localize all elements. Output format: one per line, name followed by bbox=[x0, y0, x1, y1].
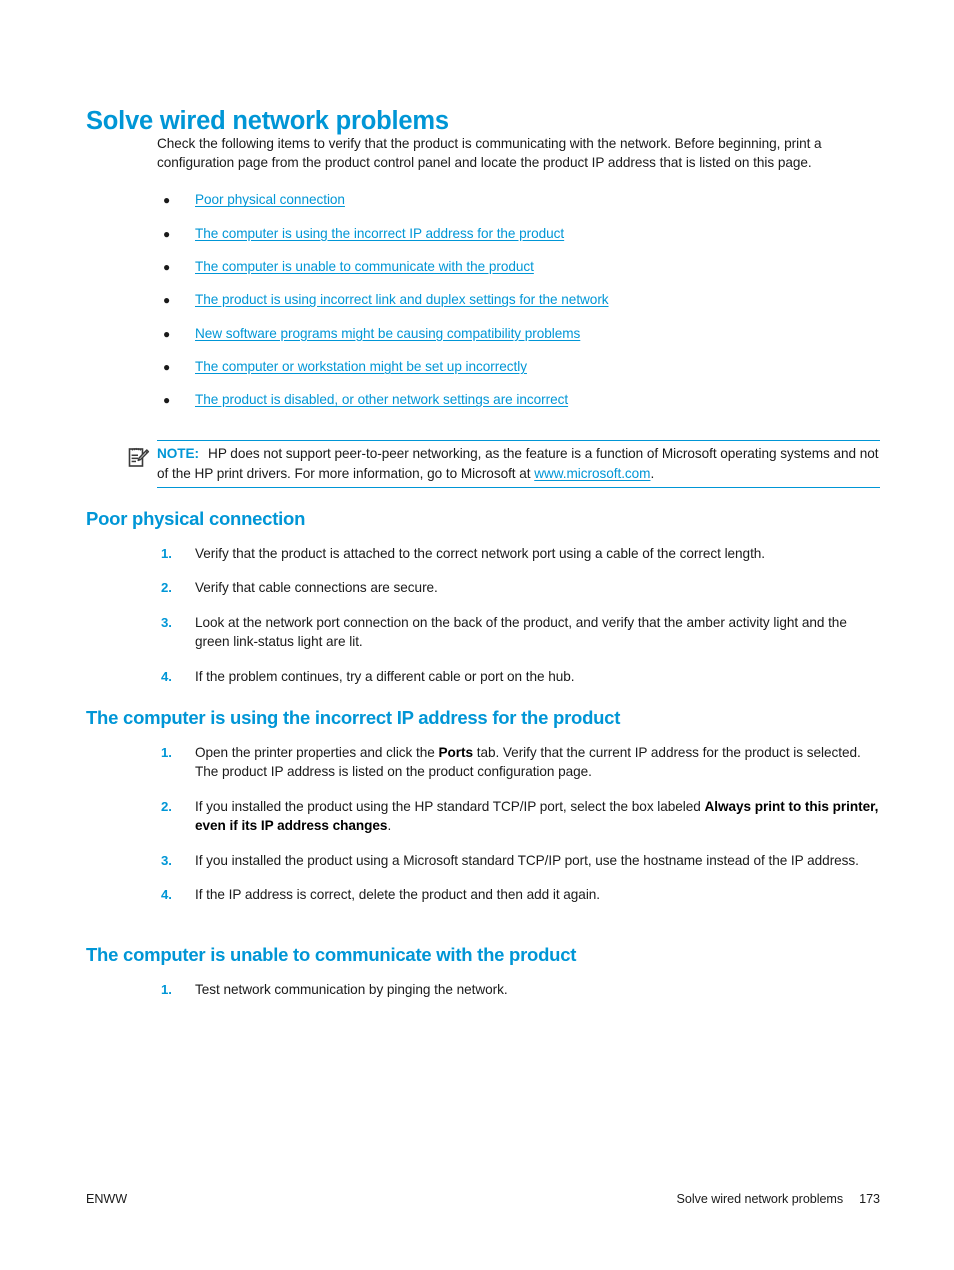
page-title: Solve wired network problems bbox=[86, 107, 449, 136]
bullet-icon: ● bbox=[163, 393, 171, 408]
step-item: 3. Look at the network port connection on… bbox=[157, 613, 880, 652]
step-text: Verify that cable connections are secure… bbox=[195, 580, 438, 596]
steps-unable: 1. Test network communication by pinging … bbox=[157, 980, 880, 1014]
step-text: Look at the network port connection on t… bbox=[195, 614, 847, 650]
step-item: 2. If you installed the product using the… bbox=[157, 797, 880, 836]
section-heading-unable: The computer is unable to communicate wi… bbox=[86, 944, 577, 965]
note-label: NOTE: bbox=[157, 446, 200, 461]
step-number: 3. bbox=[161, 614, 172, 630]
steps-poor: 1. Verify that the product is attached to… bbox=[157, 544, 880, 701]
bullet-icon: ● bbox=[163, 293, 171, 308]
step-number: 2. bbox=[161, 798, 172, 814]
note-text-part2: . bbox=[650, 465, 655, 481]
step-number: 2. bbox=[161, 580, 172, 596]
step-number: 4. bbox=[161, 887, 172, 903]
link-list-item: ● The product is using incorrect link and… bbox=[157, 291, 880, 309]
step-item: 2. Verify that cable connections are secu… bbox=[157, 578, 880, 597]
footer-page-number: 173 bbox=[859, 1192, 880, 1206]
section-heading-incorrect: The computer is using the incorrect IP a… bbox=[86, 707, 621, 728]
step-text: If the IP address is correct, delete the… bbox=[195, 887, 601, 903]
step-item: 1. Test network communication by pinging … bbox=[157, 980, 880, 999]
step-text: Open the printer properties and click th… bbox=[195, 745, 439, 760]
link-list-item: ● The computer is using the incorrect IP … bbox=[157, 225, 880, 243]
step-text: If you installed the product using a Mic… bbox=[195, 852, 859, 868]
note-text-part1: HP does not support peer-to-peer network… bbox=[157, 446, 879, 481]
document-page: Solve wired network problems Check the f… bbox=[0, 0, 954, 1270]
section-link[interactable]: Poor physical connection bbox=[195, 192, 345, 207]
note-pencil-icon bbox=[128, 446, 150, 468]
link-list-item: ● The computer or workstation might be se… bbox=[157, 358, 880, 376]
section-link[interactable]: The computer is using the incorrect IP a… bbox=[195, 226, 564, 241]
section-link[interactable]: The product is using incorrect link and … bbox=[195, 292, 609, 307]
step-item: 1. Verify that the product is attached to… bbox=[157, 544, 880, 563]
link-list-item: ● The product is disabled, or other netwo… bbox=[157, 391, 880, 409]
section-link-list: ● Poor physical connection ● The computer i… bbox=[157, 191, 880, 409]
note-admonition: NOTE: HP does not support peer-to-peer ne… bbox=[128, 440, 880, 489]
section-link[interactable]: The computer or workstation might be set… bbox=[195, 359, 527, 374]
section-heading-poor: Poor physical connection bbox=[86, 508, 306, 529]
step-number: 3. bbox=[161, 852, 172, 868]
intro-paragraph: Check the following items to verify that… bbox=[157, 136, 822, 171]
step-item: 4. If the IP address is correct, delete t… bbox=[157, 885, 880, 904]
section-link[interactable]: The computer is unable to communicate wi… bbox=[195, 259, 534, 274]
step-text-tail: . bbox=[387, 818, 392, 834]
step-text: If the problem continues, try a differen… bbox=[195, 668, 575, 684]
step-text: If you installed the product using the H… bbox=[195, 798, 705, 814]
step-item: 3. If you installed the product using a M… bbox=[157, 851, 880, 870]
bullet-icon: ● bbox=[163, 260, 171, 274]
link-list-item: ● The computer is unable to communicate w… bbox=[157, 258, 880, 276]
step-number: 4. bbox=[161, 668, 172, 684]
step-number: 1. bbox=[161, 745, 172, 760]
step-text: Verify that the product is attached to t… bbox=[195, 546, 766, 561]
step-text: Test network communication by pinging th… bbox=[195, 982, 508, 997]
step-item: 1. Open the printer properties and click … bbox=[157, 743, 880, 782]
bullet-icon: ● bbox=[163, 326, 171, 341]
footer-locale: ENWW bbox=[86, 1192, 128, 1206]
steps-incorrect: 1. Open the printer properties and click … bbox=[157, 743, 880, 919]
link-list-item: ● New software programs might be causing … bbox=[157, 325, 880, 343]
intro-block: Check the following items to verify that… bbox=[157, 134, 880, 424]
step-number: 1. bbox=[161, 982, 172, 997]
microsoft-link[interactable]: www.microsoft.com bbox=[534, 466, 650, 481]
note-body: NOTE: HP does not support peer-to-peer ne… bbox=[157, 440, 880, 489]
step-number: 1. bbox=[161, 546, 172, 561]
bullet-icon: ● bbox=[163, 359, 171, 374]
page-footer: ENWW Solve wired network problems 173 bbox=[86, 1192, 880, 1206]
footer-section-title: Solve wired network problems bbox=[676, 1192, 844, 1206]
link-list-item: ● Poor physical connection bbox=[157, 191, 880, 209]
section-link[interactable]: The product is disabled, or other networ… bbox=[195, 392, 568, 407]
step-item: 4. If the problem continues, try a differ… bbox=[157, 667, 880, 686]
bullet-icon: ● bbox=[163, 193, 171, 208]
section-link[interactable]: New software programs might be causing c… bbox=[195, 326, 580, 341]
step-emphasis: Ports bbox=[438, 745, 473, 760]
note-text: NOTE: HP does not support peer-to-peer ne… bbox=[157, 444, 880, 483]
bullet-icon: ● bbox=[163, 226, 171, 241]
